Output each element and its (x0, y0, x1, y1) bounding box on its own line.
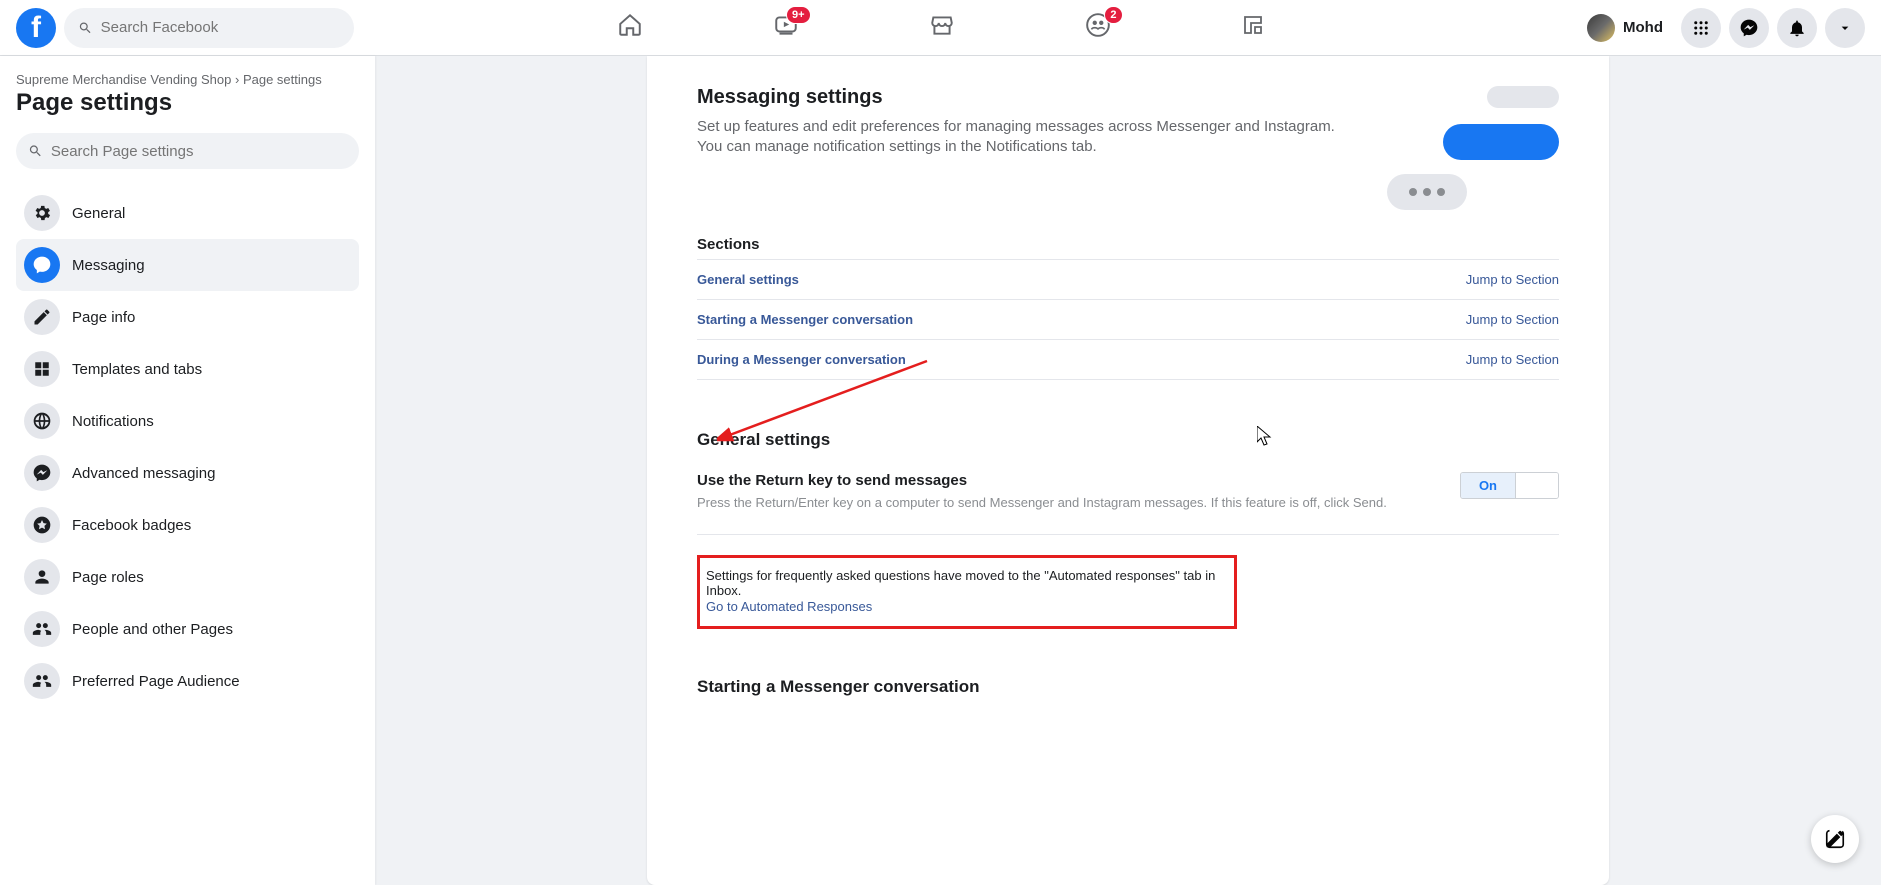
sidebar-item-notifications[interactable]: Notifications (16, 395, 359, 447)
section-link-general: General settings Jump to Section (697, 259, 1559, 299)
sidebar-item-label: General (72, 205, 125, 222)
sidebar-item-label: Advanced messaging (72, 465, 215, 482)
search-input[interactable] (101, 19, 340, 36)
section-link-label[interactable]: Starting a Messenger conversation (697, 312, 913, 327)
jump-to-section[interactable]: Jump to Section (1466, 352, 1559, 367)
grid-icon (1692, 19, 1710, 37)
profile-chip[interactable]: Mohd (1583, 10, 1673, 46)
messenger-icon (1739, 18, 1759, 38)
sidebar-search-input[interactable] (51, 143, 347, 160)
username: Mohd (1623, 19, 1663, 36)
sidebar-item-badges[interactable]: Facebook badges (16, 499, 359, 551)
gaming-icon (1241, 13, 1265, 37)
gear-icon (24, 195, 60, 231)
jump-to-section[interactable]: Jump to Section (1466, 312, 1559, 327)
sidebar-item-people[interactable]: People and other Pages (16, 603, 359, 655)
return-key-setting: Use the Return key to send messages Pres… (697, 472, 1559, 535)
chat-icon (24, 247, 60, 283)
messenger-adv-icon (24, 455, 60, 491)
center-nav: 9+ 2 (617, 12, 1265, 43)
settings-card: Messaging settings Set up features and e… (647, 56, 1609, 885)
audience-icon (24, 663, 60, 699)
menu-button[interactable] (1681, 8, 1721, 48)
sidebar-item-messaging[interactable]: Messaging (16, 239, 359, 291)
page-description: Set up features and edit preferences for… (697, 117, 1357, 158)
grid-small-icon (24, 351, 60, 387)
people-icon (24, 611, 60, 647)
compose-fab[interactable] (1811, 815, 1859, 863)
sidebar-item-templates[interactable]: Templates and tabs (16, 343, 359, 395)
sidebar-item-label: Preferred Page Audience (72, 673, 240, 690)
search-icon (78, 20, 93, 36)
setting-desc: Press the Return/Enter key on a computer… (697, 495, 1387, 510)
go-to-automated-responses-link[interactable]: Go to Automated Responses (706, 599, 872, 614)
notifications-button[interactable] (1777, 8, 1817, 48)
sidebar-title: Page settings (16, 89, 359, 117)
sections-label: Sections (697, 236, 1559, 253)
toggle-on[interactable]: On (1461, 473, 1516, 498)
bell-icon (1787, 18, 1807, 38)
sidebar: Supreme Merchandise Vending Shop › Page … (0, 56, 375, 885)
top-nav-bar: f 9+ 2 Mohd (0, 0, 1881, 56)
caret-down-icon (1837, 20, 1853, 36)
faq-moved-notice: Settings for frequently asked questions … (697, 555, 1237, 629)
pencil-icon (24, 299, 60, 335)
section-link-during: During a Messenger conversation Jump to … (697, 339, 1559, 380)
sidebar-item-label: Templates and tabs (72, 361, 202, 378)
nav-watch[interactable]: 9+ (773, 12, 799, 43)
right-nav: Mohd (1583, 8, 1865, 48)
sidebar-item-label: Facebook badges (72, 517, 191, 534)
sidebar-search[interactable] (16, 133, 359, 169)
nav-home[interactable] (617, 12, 643, 43)
compose-icon (1824, 828, 1846, 850)
nav-gaming[interactable] (1241, 13, 1265, 42)
section-link-label[interactable]: General settings (697, 272, 799, 287)
section-link-label[interactable]: During a Messenger conversation (697, 352, 906, 367)
global-search[interactable] (64, 8, 354, 48)
sidebar-item-advanced-messaging[interactable]: Advanced messaging (16, 447, 359, 499)
jump-to-section[interactable]: Jump to Section (1466, 272, 1559, 287)
watch-badge: 9+ (786, 6, 811, 24)
globe-icon (24, 403, 60, 439)
search-icon (28, 143, 43, 159)
sidebar-item-label: Page info (72, 309, 135, 326)
sidebar-item-audience[interactable]: Preferred Page Audience (16, 655, 359, 707)
on-off-toggle[interactable]: On (1460, 472, 1559, 499)
star-icon (24, 507, 60, 543)
sidebar-item-label: People and other Pages (72, 621, 233, 638)
page-heading: Messaging settings (697, 86, 1357, 109)
facebook-logo[interactable]: f (16, 8, 56, 48)
chat-illustration (1369, 86, 1559, 210)
main-area: Messaging settings Set up features and e… (375, 56, 1881, 885)
person-icon (24, 559, 60, 595)
sidebar-item-label: Messaging (72, 257, 145, 274)
setting-title: Use the Return key to send messages (697, 472, 1387, 489)
marketplace-icon (929, 12, 955, 38)
notice-text: Settings for frequently asked questions … (706, 568, 1228, 598)
nav-marketplace[interactable] (929, 12, 955, 43)
avatar (1587, 14, 1615, 42)
breadcrumb-parent[interactable]: Supreme Merchandise Vending Shop (16, 72, 231, 87)
sidebar-item-page-roles[interactable]: Page roles (16, 551, 359, 603)
groups-badge: 2 (1104, 6, 1122, 24)
general-settings-heading: General settings (697, 430, 1559, 450)
starting-conversation-heading: Starting a Messenger conversation (697, 677, 1559, 697)
section-link-starting: Starting a Messenger conversation Jump t… (697, 299, 1559, 339)
messenger-button[interactable] (1729, 8, 1769, 48)
toggle-off[interactable] (1516, 473, 1558, 498)
sidebar-item-label: Page roles (72, 569, 144, 586)
breadcrumb-current: Page settings (243, 72, 322, 87)
nav-groups[interactable]: 2 (1085, 12, 1111, 43)
home-icon (617, 12, 643, 38)
breadcrumb: Supreme Merchandise Vending Shop › Page … (16, 72, 359, 87)
sidebar-item-label: Notifications (72, 413, 154, 430)
sidebar-item-general[interactable]: General (16, 187, 359, 239)
account-dropdown-button[interactable] (1825, 8, 1865, 48)
sidebar-item-page-info[interactable]: Page info (16, 291, 359, 343)
